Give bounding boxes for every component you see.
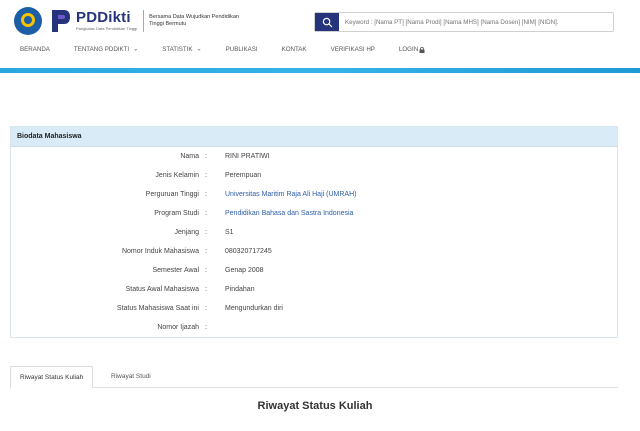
field-label: Jenjang	[174, 229, 199, 236]
university-link[interactable]: Universitas Maritim Raja Ali Haji (UMRAH…	[225, 189, 356, 201]
field-value: RINI PRATIWI	[225, 153, 270, 160]
nav-verifikasi-hp[interactable]: VERIFIKASI HP	[331, 46, 375, 53]
header-accent-bar	[0, 68, 640, 73]
program-studi-link[interactable]: Pendidikan Bahasa dan Sastra Indonesia	[225, 208, 353, 220]
nav-label: VERIFIKASI HP	[330, 46, 375, 53]
biodata-row-status-awal: Status Awal Mahasiswa : Pindahan	[11, 284, 619, 296]
field-value: Mengundurkan diri	[225, 305, 283, 312]
kemdikbud-logo-icon	[14, 7, 42, 35]
biodata-row-nama: Nama : RINI PRATIWI	[11, 151, 619, 163]
nav-statistik[interactable]: STATISTIK ⌄	[162, 46, 201, 53]
field-colon: :	[205, 267, 207, 274]
field-label: Status Mahasiswa Saat ini	[116, 305, 199, 312]
search-button[interactable]	[315, 13, 339, 31]
search-input[interactable]	[339, 14, 613, 30]
field-colon: :	[205, 210, 207, 217]
biodata-row-nomor-ijazah: Nomor Ijazah :	[11, 322, 619, 334]
nav-label: STATISTIK	[162, 46, 193, 53]
biodata-panel: Biodata Mahasiswa Nama : RINI PRATIWI Je…	[10, 126, 618, 338]
biodata-row-program-studi: Program Studi : Pendidikan Bahasa dan Sa…	[11, 208, 619, 220]
pddikti-logo-icon	[48, 8, 72, 34]
field-label: Nama	[180, 153, 199, 160]
history-tabs: Riwayat Status Kuliah Riwayat Studi	[10, 366, 618, 389]
brand-subtitle: Pangkalan Data Pendidikan Tinggi	[76, 26, 138, 31]
field-label: Semester Awal	[152, 267, 199, 274]
brand-name: PDDikti	[76, 9, 131, 26]
field-colon: :	[205, 286, 207, 293]
nav-beranda[interactable]: BERANDA	[20, 46, 50, 53]
nav-label: LOGIN	[398, 46, 419, 53]
field-label: Nomor Induk Mahasiswa	[121, 248, 199, 255]
biodata-row-nim: Nomor Induk Mahasiswa : 080320717245	[11, 246, 619, 258]
nav-tentang-pddikti[interactable]: TENTANG PDDIKTI ⌄	[74, 46, 138, 53]
field-label: Status Awal Mahasiswa	[125, 286, 199, 293]
biodata-row-perguruan-tinggi: Perguruan Tinggi : Universitas Maritim R…	[11, 189, 619, 201]
field-value: Pindahan	[225, 286, 255, 293]
biodata-row-status-saat-ini: Status Mahasiswa Saat ini : Mengundurkan…	[11, 303, 619, 315]
chevron-down-icon: ⌄	[196, 46, 202, 53]
tab-riwayat-status-kuliah[interactable]: Riwayat Status Kuliah	[10, 366, 94, 389]
field-label: Perguruan Tinggi	[145, 191, 199, 198]
nav-label: PUBLIKASI	[225, 46, 258, 53]
field-colon: :	[205, 305, 207, 312]
nav-label: TENTANG PDDIKTI	[73, 46, 130, 53]
tab-riwayat-studi[interactable]: Riwayat Studi	[102, 366, 160, 388]
field-colon: :	[205, 191, 207, 198]
field-colon: :	[205, 153, 207, 160]
search-icon	[322, 17, 332, 27]
field-label: Program Studi	[154, 210, 199, 217]
lock-icon	[419, 46, 425, 53]
search-bar	[314, 12, 614, 32]
field-value: Genap 2008	[225, 267, 264, 274]
tagline: Bersama Data Wujudkan Pendidikan Tinggi …	[149, 14, 239, 27]
field-colon: :	[205, 248, 207, 255]
field-label: Jenis Kelamin	[155, 172, 199, 179]
panel-header: Biodata Mahasiswa	[11, 127, 617, 147]
tagline-divider	[143, 10, 145, 32]
brand-block: PDDikti Pangkalan Data Pendidikan Tinggi	[76, 10, 137, 32]
nav-login[interactable]: LOGIN	[399, 46, 425, 53]
main-nav: BERANDA TENTANG PDDIKTI ⌄ STATISTIK ⌄ PUBL…	[20, 46, 449, 53]
nav-kontak[interactable]: KONTAK	[282, 46, 307, 53]
field-label: Nomor Ijazah	[157, 324, 199, 331]
chevron-down-icon: ⌄	[133, 46, 139, 53]
logo-group[interactable]: PDDikti Pangkalan Data Pendidikan Tinggi…	[14, 6, 239, 36]
nav-label: KONTAK	[281, 46, 307, 53]
nav-label: BERANDA	[20, 46, 50, 53]
biodata-row-jenis-kelamin: Jenis Kelamin : Perempuan	[11, 170, 619, 182]
field-value: S1	[225, 229, 234, 236]
field-value: 080320717245	[225, 248, 272, 255]
field-value: Perempuan	[225, 172, 262, 179]
panel-title: Biodata Mahasiswa	[17, 133, 82, 140]
biodata-row-semester-awal: Semester Awal : Genap 2008	[11, 265, 619, 277]
field-colon: :	[205, 324, 207, 331]
section-title: Riwayat Status Kuliah	[257, 400, 373, 412]
field-colon: :	[205, 229, 207, 236]
biodata-row-jenjang: Jenjang : S1	[11, 227, 619, 239]
nav-publikasi[interactable]: PUBLIKASI	[226, 46, 258, 53]
site-header: PDDikti Pangkalan Data Pendidikan Tinggi…	[0, 0, 640, 70]
field-colon: :	[205, 172, 207, 179]
